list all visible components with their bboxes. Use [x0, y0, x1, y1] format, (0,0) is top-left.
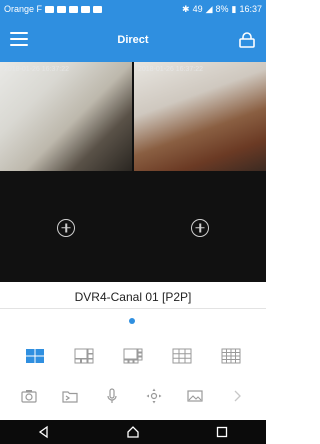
video-pane-4-empty[interactable] — [134, 173, 266, 282]
signal-text: 49 — [192, 4, 203, 14]
notification-icon — [93, 5, 103, 13]
video-pane-3-empty[interactable] — [0, 173, 132, 282]
more-button[interactable] — [228, 387, 246, 405]
grid-2x2-icon — [25, 349, 44, 363]
battery-icon: ▮ — [231, 3, 237, 14]
grid-8-icon — [123, 348, 143, 364]
microphone-button[interactable] — [103, 387, 121, 405]
clock: 16:37 — [239, 4, 262, 14]
chevron-right-icon — [234, 390, 242, 402]
channel-label: DVR4-Canal 01 [P2P] — [74, 290, 192, 304]
bluetooth-icon: ✱ — [182, 3, 190, 14]
app-bar: Direct — [0, 18, 266, 62]
layout-9-button[interactable] — [172, 348, 192, 364]
lock-button[interactable] — [238, 32, 256, 48]
page-indicator-dot — [129, 318, 135, 324]
menu-button[interactable] — [10, 32, 28, 48]
folder-icon — [62, 391, 79, 403]
battery-text: 8% — [215, 4, 229, 14]
system-nav-bar — [0, 420, 266, 444]
layout-selector — [0, 344, 266, 368]
back-icon — [39, 425, 48, 439]
grid-6-icon — [74, 348, 94, 364]
snapshot-button[interactable] — [20, 387, 38, 405]
grid-4x4-icon — [221, 348, 241, 364]
video-pane-1-stamp: 2018-01-26 16:37:22 — [4, 66, 69, 73]
status-bar: Orange F ✱ 49 ◢ 8% ▮ 16:37 — [0, 0, 266, 18]
home-icon — [127, 426, 139, 438]
menu-icon — [10, 32, 28, 34]
add-camera-icon — [191, 218, 209, 237]
carrier-name: Orange F — [4, 4, 43, 14]
recents-button[interactable] — [215, 425, 229, 439]
back-button[interactable] — [37, 425, 51, 439]
ptz-button[interactable] — [145, 387, 163, 405]
layout-8-button[interactable] — [123, 348, 143, 364]
record-button[interactable] — [61, 387, 79, 405]
layout-6-button[interactable] — [74, 348, 94, 364]
image-quality-button[interactable] — [186, 387, 204, 405]
layout-4-button[interactable] — [25, 348, 45, 364]
wifi-icon: ◢ — [205, 3, 213, 14]
video-grid: 2018-01-26 16:37:22 2018-01-26 16:37:22 — [0, 62, 266, 282]
picture-icon — [187, 390, 204, 402]
camera-icon — [21, 390, 37, 403]
action-toolbar — [0, 384, 266, 408]
ptz-icon — [146, 388, 162, 404]
gallery-icon — [81, 5, 91, 13]
image-icon — [69, 5, 79, 13]
microphone-icon — [107, 388, 117, 403]
divider — [0, 308, 266, 309]
grid-3x3-icon — [172, 348, 192, 364]
status-bar-right: ✱ 49 ◢ 8% ▮ 16:37 — [182, 4, 262, 15]
layout-16-button[interactable] — [221, 348, 241, 364]
add-camera-icon — [57, 218, 75, 237]
photo-icon — [57, 5, 67, 13]
status-bar-left: Orange F — [4, 4, 103, 14]
video-pane-2-stamp: 2018-01-26 16:37:22 — [138, 66, 203, 73]
recents-icon — [216, 426, 227, 438]
video-pane-1[interactable]: 2018-01-26 16:37:22 — [0, 62, 132, 171]
lock-icon — [239, 32, 255, 48]
video-pane-2[interactable]: 2018-01-26 16:37:22 — [134, 62, 266, 171]
home-button[interactable] — [126, 425, 140, 439]
page-title: Direct — [117, 34, 149, 46]
mail-icon — [45, 5, 55, 13]
